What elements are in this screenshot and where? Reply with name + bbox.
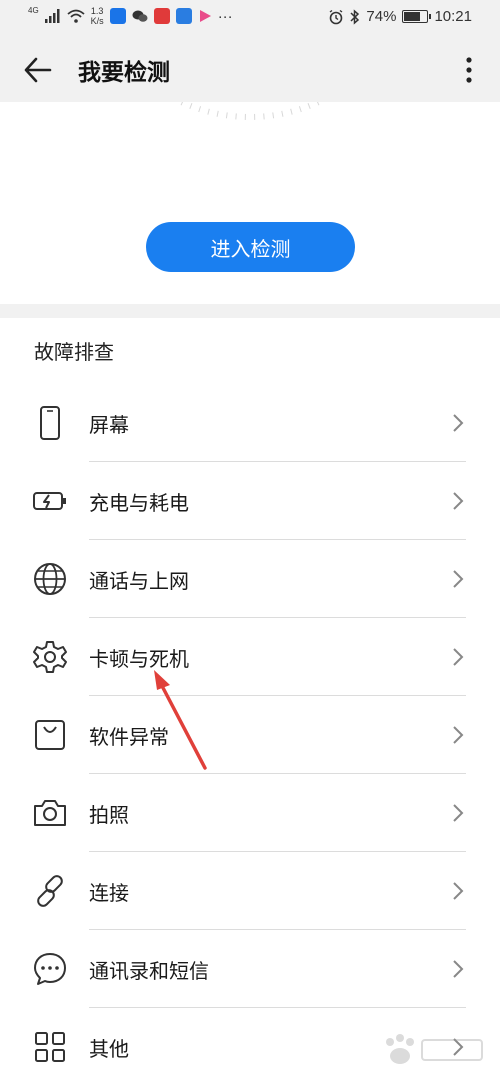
detection-dial — [180, 102, 320, 120]
chevron-right-icon — [453, 570, 464, 588]
dial-tick — [189, 103, 193, 110]
list-item-calls-network[interactable]: 通话与上网 — [0, 540, 500, 618]
dial-tick — [216, 110, 219, 117]
network-type: 4G — [28, 5, 39, 15]
list-item-label: 屏幕 — [89, 413, 129, 437]
list-item-screen[interactable]: 屏幕 — [0, 384, 500, 462]
list-item-connection[interactable]: 连接 — [0, 852, 500, 930]
list-item-label: 通话与上网 — [89, 569, 189, 593]
speed-value: 1.3 — [90, 6, 104, 16]
list-item-charging[interactable]: 充电与耗电 — [0, 462, 500, 540]
dial-tick — [290, 108, 293, 115]
dial-tick — [272, 112, 275, 119]
list-item-label: 卡顿与死机 — [89, 647, 189, 671]
dial-tick — [316, 102, 320, 106]
chevron-right-icon — [453, 882, 464, 900]
video-app-icon — [199, 10, 211, 22]
phone-icon — [40, 406, 60, 440]
status-right: 74% 10:21 — [328, 8, 472, 25]
list-item-software[interactable]: 软件异常 — [0, 696, 500, 774]
bluetooth-icon — [350, 8, 360, 25]
status-bar: 4G 1.3 K/s ··· 74% 10:21 — [0, 0, 500, 36]
dial-tick — [263, 113, 265, 120]
wechat-icon — [132, 10, 148, 22]
app-header: 我要检测 — [0, 36, 500, 102]
dial-tick — [180, 102, 184, 106]
gear-icon — [33, 641, 67, 673]
app-notification-icon — [109, 8, 126, 24]
list-item-label: 其他 — [89, 1037, 129, 1061]
section-title: 故障排查 — [34, 340, 114, 364]
camera-icon — [34, 800, 66, 826]
start-detection-button[interactable]: 进入检测 — [146, 222, 355, 272]
detection-hero: 进入检测 — [0, 102, 500, 304]
message-icon — [34, 953, 66, 985]
link-icon — [37, 875, 63, 907]
list-item-contacts-sms[interactable]: 通讯录和短信 — [0, 930, 500, 1008]
list-item-lag-freeze[interactable]: 卡顿与死机 — [0, 618, 500, 696]
globe-icon — [34, 563, 66, 595]
list-item-label: 拍照 — [89, 803, 129, 827]
list-item-label: 连接 — [89, 881, 129, 905]
watermark-logo — [386, 1034, 483, 1064]
wifi-icon — [67, 9, 85, 23]
map-app-icon — [175, 8, 192, 24]
chevron-right-icon — [453, 492, 464, 510]
alarm-icon — [330, 9, 343, 24]
battery-icon — [402, 10, 432, 23]
clock: 10:21 — [434, 8, 472, 25]
dial-tick — [235, 113, 237, 120]
signal-icon — [44, 9, 60, 23]
dial-tick — [281, 110, 284, 117]
list-item-label: 充电与耗电 — [89, 491, 189, 515]
dial-tick — [225, 112, 228, 119]
chevron-right-icon — [453, 648, 464, 666]
more-options-icon[interactable] — [458, 54, 480, 86]
speed-unit: K/s — [90, 16, 104, 26]
section-separator — [0, 304, 500, 318]
grid-icon — [35, 1032, 65, 1062]
shopping-bag-icon — [35, 720, 65, 750]
list-item-camera[interactable]: 拍照 — [0, 774, 500, 852]
dial-tick — [207, 108, 210, 115]
list-item-label: 通讯录和短信 — [89, 959, 209, 983]
list-item-label: 软件异常 — [89, 725, 169, 749]
battery-charging-icon — [33, 492, 66, 510]
dial-tick — [298, 106, 302, 113]
network-speed: 1.3 K/s — [91, 6, 104, 26]
dial-tick — [307, 103, 311, 110]
chevron-right-icon — [453, 804, 464, 822]
troubleshoot-list: 屏幕 充电与耗电 通话与上网 卡顿与死机 软件异常 拍照 连接 通讯录和短信 其… — [0, 384, 500, 1084]
chevron-right-icon — [453, 726, 464, 744]
news-app-icon — [153, 8, 170, 24]
chevron-right-icon — [453, 414, 464, 432]
status-left: 4G 1.3 K/s ··· — [28, 5, 233, 27]
battery-percent: 74% — [366, 8, 397, 25]
battery-fill — [404, 12, 421, 21]
dial-tick — [198, 106, 202, 113]
back-arrow-icon[interactable] — [22, 54, 54, 86]
more-notifications: ··· — [217, 7, 233, 25]
chevron-right-icon — [453, 960, 464, 978]
page-title: 我要检测 — [78, 60, 170, 86]
